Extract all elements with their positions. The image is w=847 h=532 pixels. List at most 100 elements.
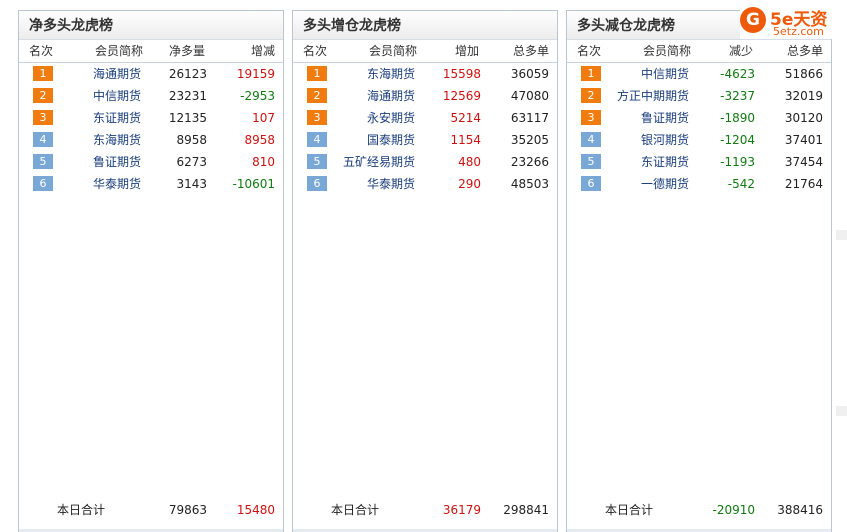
rank-badge: 6: [307, 176, 327, 191]
header-member: 会员简称: [95, 44, 144, 58]
member-name-link[interactable]: 中信期货: [93, 85, 141, 107]
member-name-link[interactable]: 永安期货: [367, 107, 415, 129]
value1-cell: 26123: [168, 67, 207, 81]
table-row[interactable]: 2 中信期货 23231 -2953: [19, 85, 283, 107]
member-name-link[interactable]: 华泰期货: [367, 173, 415, 195]
value1-cell: 23231: [168, 89, 207, 103]
member-name-link[interactable]: 一德期货: [641, 173, 689, 195]
daily-total-row: 本日合计 36179 298841: [293, 500, 557, 520]
rank-badge: 4: [307, 132, 327, 147]
panel-long-increase: 多头增仓龙虎榜 名次 会员简称 增加 总多单 1 东海期货 15598 36059 2 海通期货 12…: [292, 10, 558, 532]
site-logo[interactable]: G 5e天资 5etz.com: [740, 5, 844, 39]
rank-badge: 1: [33, 66, 53, 81]
panel-long-decrease: 多头减仓龙虎榜 名次 会员简称 减少 总多单 1 中信期货 -4623 51866 2 方正中期期货…: [566, 10, 832, 532]
member-name-link[interactable]: 东海期货: [367, 63, 415, 85]
value1-cell: 8958: [176, 133, 207, 147]
table-row[interactable]: 1 东海期货 15598 36059: [293, 63, 557, 85]
rank-badge: 2: [307, 88, 327, 103]
table-row[interactable]: 6 华泰期货 3143 -10601: [19, 173, 283, 195]
total-value2: 388416: [777, 503, 823, 517]
member-name-link[interactable]: 中信期货: [641, 63, 689, 85]
rank-badge: 2: [33, 88, 53, 103]
table-row[interactable]: 2 海通期货 12569 47080: [293, 85, 557, 107]
value2-cell: 36059: [510, 67, 549, 81]
value2-cell: 37454: [784, 155, 823, 169]
value1-cell: -1890: [720, 111, 755, 125]
header-value1: 净多量: [168, 44, 205, 58]
member-name-link[interactable]: 东证期货: [641, 151, 689, 173]
table-row[interactable]: 3 东证期货 12135 107: [19, 107, 283, 129]
header-member: 会员简称: [643, 44, 692, 58]
daily-total-label: 本日合计: [605, 503, 654, 517]
table-row[interactable]: 4 国泰期货 1154 35205: [293, 129, 557, 151]
total-value2: 15480: [236, 503, 275, 517]
table-row[interactable]: 1 中信期货 -4623 51866: [567, 63, 831, 85]
rank-badge: 5: [307, 154, 327, 169]
value1-cell: 6273: [176, 155, 207, 169]
value2-cell: 63117: [510, 111, 549, 125]
member-name-link[interactable]: 海通期货: [367, 85, 415, 107]
value1-cell: -4623: [720, 67, 755, 81]
rank-badge: 3: [307, 110, 327, 125]
value2-cell: 30120: [784, 111, 823, 125]
value2-cell: 19159: [236, 67, 275, 81]
table-row[interactable]: 5 鲁证期货 6273 810: [19, 151, 283, 173]
member-name-link[interactable]: 方正中期期货: [617, 85, 689, 107]
header-value2: 总多单: [786, 44, 823, 58]
value1-cell: 1154: [450, 133, 481, 147]
value2-cell: -10601: [232, 177, 275, 191]
daily-total-label: 本日合计: [57, 503, 106, 517]
table-row[interactable]: 4 东海期货 8958 8958: [19, 129, 283, 151]
panel-title: 多头增仓龙虎榜: [293, 11, 557, 40]
header-rank: 名次: [29, 44, 54, 58]
table-row[interactable]: 6 一德期货 -542 21764: [567, 173, 831, 195]
member-name-link[interactable]: 东海期货: [93, 129, 141, 151]
header-rank: 名次: [303, 44, 328, 58]
table-row[interactable]: 2 方正中期期货 -3237 32019: [567, 85, 831, 107]
value1-cell: 12135: [168, 111, 207, 125]
value1-cell: -542: [727, 177, 755, 191]
rank-badge: 6: [581, 176, 601, 191]
table-row[interactable]: 4 银河期货 -1204 37401: [567, 129, 831, 151]
value1-cell: 290: [458, 177, 481, 191]
header-rank: 名次: [577, 44, 602, 58]
rank-badge: 3: [33, 110, 53, 125]
total-value2: 298841: [503, 503, 549, 517]
member-name-link[interactable]: 五矿经易期货: [343, 151, 415, 173]
value1-cell: 12569: [442, 89, 481, 103]
column-headers: 名次 会员简称 减少 总多单: [567, 40, 831, 63]
value1-cell: 15598: [442, 67, 481, 81]
member-name-link[interactable]: 华泰期货: [93, 173, 141, 195]
value2-cell: 8958: [244, 133, 275, 147]
member-name-link[interactable]: 东证期货: [93, 107, 141, 129]
value1-cell: 480: [458, 155, 481, 169]
value2-cell: 51866: [784, 67, 823, 81]
value2-cell: 107: [252, 111, 275, 125]
panel-net-long: 净多头龙虎榜 名次 会员简称 净多量 增减 1 海通期货 26123 19159 2 中信期货 232…: [18, 10, 284, 532]
member-name-link[interactable]: 鲁证期货: [641, 107, 689, 129]
member-name-link[interactable]: 银河期货: [641, 129, 689, 151]
total-value1: 79863: [168, 503, 207, 517]
value1-cell: -1193: [720, 155, 755, 169]
header-value1: 减少: [728, 44, 753, 58]
daily-total-row: 本日合计 79863 15480: [19, 500, 283, 520]
member-name-link[interactable]: 海通期货: [93, 63, 141, 85]
column-headers: 名次 会员简称 净多量 增减: [19, 40, 283, 63]
logo-g-icon: G: [740, 7, 766, 33]
rank-badge: 5: [581, 154, 601, 169]
table-row[interactable]: 1 海通期货 26123 19159: [19, 63, 283, 85]
rank-badge: 1: [581, 66, 601, 81]
value2-cell: 35205: [510, 133, 549, 147]
table-row[interactable]: 6 华泰期货 290 48503: [293, 173, 557, 195]
total-value1: 36179: [442, 503, 481, 517]
value2-cell: 47080: [510, 89, 549, 103]
table-row[interactable]: 5 五矿经易期货 480 23266: [293, 151, 557, 173]
member-name-link[interactable]: 鲁证期货: [93, 151, 141, 173]
member-name-link[interactable]: 国泰期货: [367, 129, 415, 151]
right-edge-strip: [836, 40, 847, 532]
table-row[interactable]: 3 永安期货 5214 63117: [293, 107, 557, 129]
rank-badge: 4: [33, 132, 53, 147]
rank-badge: 6: [33, 176, 53, 191]
table-row[interactable]: 5 东证期货 -1193 37454: [567, 151, 831, 173]
table-row[interactable]: 3 鲁证期货 -1890 30120: [567, 107, 831, 129]
